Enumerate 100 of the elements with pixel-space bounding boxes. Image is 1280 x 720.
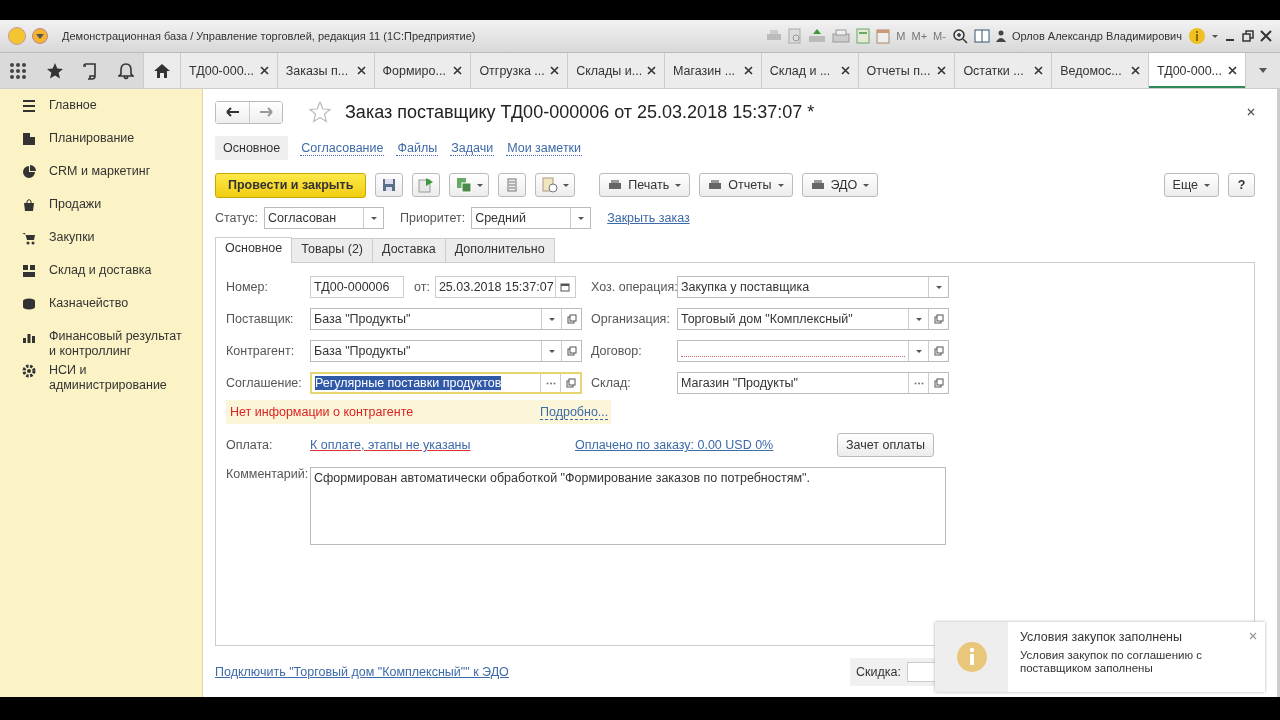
help-button[interactable]: ? xyxy=(1228,173,1255,197)
create-based-button[interactable] xyxy=(449,173,490,197)
close-icon[interactable] xyxy=(1034,66,1044,75)
section-link[interactable]: Основное xyxy=(215,136,289,160)
home-tab[interactable] xyxy=(143,53,181,88)
save-button[interactable] xyxy=(375,173,404,197)
input-field[interactable]: Закупка у поставщика xyxy=(677,276,949,298)
close-icon[interactable] xyxy=(356,66,366,75)
input-field[interactable]: Магазин "Продукты" xyxy=(677,372,949,394)
priority-field[interactable]: Средний xyxy=(471,207,592,229)
caret-icon[interactable] xyxy=(1212,34,1218,38)
menu-button[interactable]: ЭДО xyxy=(801,173,879,197)
close-icon[interactable] xyxy=(550,66,560,75)
details-link[interactable]: Подробно... xyxy=(540,404,609,420)
history-icon[interactable] xyxy=(82,61,99,80)
edo-link[interactable]: Подключить "Торговый дом "Комплексный"" к ЭДО xyxy=(215,665,509,679)
calendar-icon[interactable] xyxy=(560,282,571,292)
open-icon[interactable] xyxy=(566,314,577,324)
document-tab[interactable]: Формиро... xyxy=(374,53,472,88)
close-order-link[interactable]: Закрыть заказ xyxy=(607,211,690,225)
document-tab[interactable]: ТД00-000... xyxy=(1148,53,1246,88)
document-tab[interactable]: Отгрузка ... xyxy=(471,53,569,88)
input-field[interactable] xyxy=(677,340,949,362)
sidebar-item[interactable]: Финансовый результат и контроллинг xyxy=(0,327,202,361)
post-and-close-button[interactable]: Провести и закрыть xyxy=(215,172,367,198)
open-icon[interactable] xyxy=(933,378,944,388)
open-icon[interactable] xyxy=(565,378,576,388)
restore-icon[interactable] xyxy=(1242,30,1254,42)
document-tab[interactable]: Склад и ... xyxy=(761,53,859,88)
form-tab[interactable]: Товары (2) xyxy=(291,238,374,262)
attach-button[interactable] xyxy=(535,173,576,197)
form-tab[interactable]: Основное xyxy=(215,237,293,263)
open-icon[interactable] xyxy=(566,346,577,356)
star-icon[interactable] xyxy=(46,61,65,80)
close-icon[interactable] xyxy=(937,66,947,75)
panels-icon[interactable] xyxy=(973,29,990,43)
menu-button[interactable]: Отчеты xyxy=(699,173,793,197)
sidebar-item[interactable]: Главное xyxy=(0,96,202,129)
close-icon[interactable] xyxy=(1247,108,1255,116)
document-tab[interactable]: Магазин ... xyxy=(665,53,762,88)
apps-grid-icon[interactable] xyxy=(9,61,28,80)
close-icon[interactable] xyxy=(647,66,656,75)
sidebar-item[interactable]: Продажи xyxy=(0,195,202,228)
memory-button[interactable]: M+ xyxy=(911,30,928,42)
field-label: Комментарий: xyxy=(226,467,310,483)
number-field[interactable]: ТД00-000006 xyxy=(310,276,404,298)
user-name[interactable]: Орлов Александр Владимирович xyxy=(1011,30,1182,42)
date-field[interactable]: 25.03.2018 15:37:07 xyxy=(434,276,576,298)
document-tab[interactable]: ТД00-000... xyxy=(181,53,278,88)
info-icon[interactable] xyxy=(1188,27,1206,45)
field-label: Скидка: xyxy=(856,665,901,679)
close-icon[interactable] xyxy=(453,66,463,75)
sidebar-item[interactable]: Закупки xyxy=(0,228,202,261)
comment-field[interactable]: Сформирован автоматически обработкой "Формирование заказов по потребностям". xyxy=(310,467,946,545)
sidebar-item[interactable]: CRM и маркетинг xyxy=(0,162,202,195)
open-icon[interactable] xyxy=(933,346,944,356)
close-icon[interactable] xyxy=(1227,66,1237,75)
sidebar-item[interactable]: Казначейство xyxy=(0,294,202,327)
close-icon[interactable] xyxy=(743,66,753,75)
close-icon[interactable] xyxy=(840,66,850,75)
export-icon[interactable] xyxy=(808,28,827,44)
payment-offset-button[interactable]: Зачет оплаты xyxy=(837,433,934,457)
input-field[interactable]: Регулярные поставки продуктов xyxy=(310,372,582,394)
section-link[interactable]: Согласование xyxy=(300,140,385,156)
section-link[interactable]: Файлы xyxy=(396,140,439,156)
document-tab[interactable]: Остатки ... xyxy=(955,53,1053,88)
document-tab[interactable]: Ведомос... xyxy=(1052,53,1149,88)
menu-button[interactable]: Печать xyxy=(599,173,691,197)
document-tab[interactable]: Заказы п... xyxy=(277,53,375,88)
ellipsis-icon[interactable] xyxy=(545,381,556,385)
input-field[interactable]: База "Продукты" xyxy=(310,340,582,362)
payment-link[interactable]: К оплате, этапы не указаны xyxy=(310,438,575,452)
open-icon[interactable] xyxy=(933,314,944,324)
back-button[interactable] xyxy=(216,101,249,123)
memory-button[interactable]: M- xyxy=(933,30,946,42)
caret-icon[interactable] xyxy=(1258,68,1267,73)
input-field[interactable]: База "Продукты" xyxy=(310,308,582,330)
zoom-icon[interactable] xyxy=(951,28,968,44)
sidebar-item[interactable]: Склад и доставка xyxy=(0,261,202,294)
sidebar-item[interactable]: Планирование xyxy=(0,129,202,162)
close-icon[interactable] xyxy=(1260,30,1272,42)
section-link[interactable]: Задачи xyxy=(450,140,495,156)
input-field[interactable]: Торговый дом "Комплексный" xyxy=(677,308,949,330)
more-button[interactable]: Еще xyxy=(1163,173,1219,197)
form-tab[interactable]: Дополнительно xyxy=(444,238,555,262)
bell-icon[interactable] xyxy=(117,61,134,80)
form-tab[interactable]: Доставка xyxy=(372,238,446,262)
close-icon[interactable] xyxy=(259,66,269,75)
star-icon[interactable] xyxy=(309,101,331,123)
document-tab[interactable]: Отчеты п... xyxy=(858,53,956,88)
document-tab[interactable]: Склады и... xyxy=(568,53,665,88)
memory-button[interactable]: M xyxy=(896,30,906,42)
dropdown-icon[interactable] xyxy=(32,28,48,44)
section-link[interactable]: Мои заметки xyxy=(506,140,583,156)
post-button[interactable] xyxy=(412,173,441,197)
close-icon[interactable] xyxy=(1130,66,1140,75)
sidebar-item[interactable]: НСИ и администрирование xyxy=(0,361,202,395)
paid-link[interactable]: Оплачено по заказу: 0.00 USD 0% xyxy=(575,438,837,452)
ellipsis-icon[interactable] xyxy=(913,381,924,385)
status-field[interactable]: Согласован xyxy=(264,207,384,229)
